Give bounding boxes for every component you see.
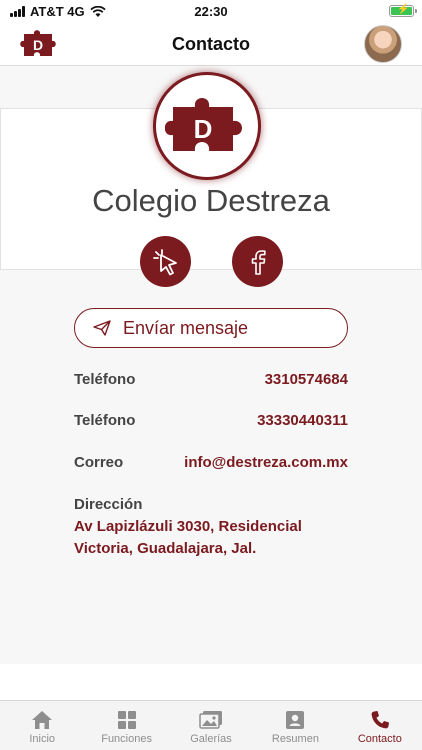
gallery-icon bbox=[199, 711, 223, 729]
phone-number-link[interactable]: 3310574684 bbox=[265, 371, 348, 388]
status-time: 22:30 bbox=[194, 4, 228, 19]
phone-label: Teléfono bbox=[74, 371, 136, 388]
tab-label: Funciones bbox=[101, 733, 152, 745]
facebook-button[interactable] bbox=[232, 236, 283, 287]
battery-icon bbox=[389, 4, 417, 17]
website-button[interactable] bbox=[140, 236, 191, 287]
paper-plane-icon bbox=[93, 320, 111, 336]
phone-label: Teléfono bbox=[74, 412, 136, 429]
tab-label: Contacto bbox=[357, 733, 402, 745]
email-label: Correo bbox=[74, 454, 124, 471]
school-logo: D bbox=[153, 72, 261, 180]
address-line-1: Av Lapizlázuli 3030, Residencial bbox=[74, 518, 302, 535]
phone-number-link[interactable]: 33330440311 bbox=[257, 412, 348, 429]
send-message-button[interactable]: Envíar mensaje bbox=[74, 308, 348, 348]
grid-icon bbox=[117, 711, 136, 729]
tab-galerias[interactable]: Galerías bbox=[169, 701, 253, 750]
address-link[interactable]: Av Lapizlázuli 3030, Residencial Victori… bbox=[74, 516, 324, 560]
content-footer bbox=[0, 664, 422, 700]
email-link[interactable]: info@destreza.com.mx bbox=[184, 454, 348, 471]
home-icon bbox=[32, 711, 53, 729]
nav-bar: D Contacto bbox=[0, 22, 422, 66]
puzzle-logo-icon: D bbox=[165, 98, 242, 151]
phone-row-1: Teléfono 3310574684 bbox=[74, 371, 348, 388]
logo-letter: D bbox=[194, 114, 213, 144]
tab-funciones[interactable]: Funciones bbox=[84, 701, 168, 750]
phone-icon bbox=[371, 711, 389, 729]
school-name: Colegio Destreza bbox=[92, 183, 330, 218]
page-title: Contacto bbox=[172, 34, 250, 54]
send-message-label: Envíar mensaje bbox=[123, 317, 249, 338]
tab-contacto[interactable]: Contacto bbox=[338, 701, 422, 750]
profile-card-icon bbox=[286, 711, 305, 729]
tab-label: Inicio bbox=[29, 733, 56, 745]
cursor-click-icon bbox=[152, 248, 177, 275]
tab-label: Resumen bbox=[271, 733, 319, 745]
facebook-icon bbox=[251, 249, 266, 275]
tab-inicio[interactable]: Inicio bbox=[0, 701, 84, 750]
email-row: Correo info@destreza.com.mx bbox=[74, 454, 348, 471]
tab-resumen[interactable]: Resumen bbox=[253, 701, 337, 750]
address-label: Dirección bbox=[74, 496, 143, 513]
tab-label: Galerías bbox=[190, 733, 232, 745]
status-bar: AT&T 4G 22:30 bbox=[0, 0, 422, 22]
address-line-2: Victoria, Guadalajara, Jal. bbox=[74, 540, 257, 557]
tab-bar: Inicio Funciones Galerías Resumen Contac… bbox=[0, 700, 422, 750]
avatar[interactable] bbox=[364, 25, 402, 63]
phone-row-2: Teléfono 33330440311 bbox=[74, 412, 348, 429]
